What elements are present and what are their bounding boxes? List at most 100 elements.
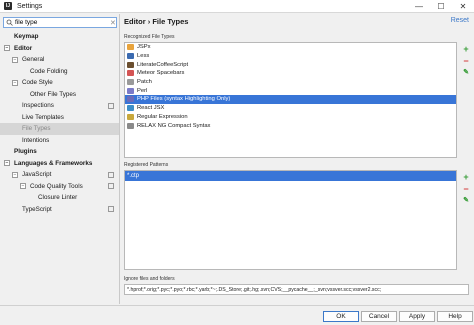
clear-search-icon[interactable]: ✕ [110, 19, 116, 27]
file-type-label: React JSX [137, 105, 165, 112]
tree-item-label: Code Quality Tools [30, 182, 83, 190]
close-button[interactable]: ✕ [452, 0, 474, 13]
file-type-item[interactable]: Less [125, 52, 456, 61]
file-types-panel: Editor › File Types Reset Recognized Fil… [121, 14, 474, 304]
file-type-item[interactable]: PHP Files (syntax Highlighting Only) [125, 95, 456, 104]
file-type-icon [127, 105, 134, 112]
tree-item[interactable]: Keymap [0, 31, 119, 43]
file-type-item[interactable]: Patch [125, 78, 456, 87]
ignore-files-field[interactable]: *.hprof;*.orig;*.pyc;*.pyo;*.rbc;*.yarb;… [124, 284, 469, 295]
file-type-icon [127, 96, 134, 103]
collapse-toggle-icon[interactable]: − [12, 56, 18, 63]
maximize-button[interactable]: ☐ [430, 0, 452, 13]
file-type-label: JSPx [137, 44, 151, 51]
ok-button[interactable]: OK [323, 311, 359, 322]
edit-file-type-button[interactable]: ✎ [461, 68, 471, 78]
tree-item[interactable]: − Languages & Frameworks [0, 158, 119, 170]
registered-patterns-list[interactable]: *.ctp [124, 170, 457, 270]
file-type-label: Meteor Spacebars [137, 70, 185, 77]
tree-item[interactable]: − Editor [0, 43, 119, 55]
window-title: Settings [17, 2, 43, 10]
file-type-icon [127, 113, 134, 120]
reset-link[interactable]: Reset [451, 17, 469, 24]
dialog-buttons: OK Cancel Apply Help [0, 305, 474, 325]
file-type-item[interactable]: LiterateCoffeeScript [125, 60, 456, 69]
tree-item[interactable]: Code Folding [0, 66, 119, 78]
pattern-item[interactable]: *.ctp [125, 171, 456, 181]
file-type-icon [127, 79, 134, 86]
file-type-item[interactable]: Regular Expression [125, 113, 456, 122]
file-type-item[interactable]: JSPx [125, 43, 456, 52]
tree-item[interactable]: − Code Quality Tools [0, 181, 119, 193]
tree-item[interactable]: Other File Types [0, 89, 119, 101]
add-file-type-button[interactable]: + [461, 44, 471, 54]
file-type-item[interactable]: RELAX NG Compact Syntax [125, 121, 456, 130]
file-type-item[interactable]: React JSX [125, 104, 456, 113]
collapse-toggle-icon[interactable]: − [12, 79, 18, 86]
tree-item-label: General [22, 56, 45, 64]
collapse-toggle-icon[interactable]: − [4, 45, 10, 52]
tree-item-label: Keymap [14, 33, 39, 41]
file-type-icon [127, 122, 134, 129]
collapse-toggle-icon[interactable]: − [4, 160, 10, 167]
edit-pattern-button[interactable]: ✎ [461, 196, 471, 206]
tree-item[interactable]: Intentions [0, 135, 119, 147]
tree-item[interactable]: − Code Style [0, 77, 119, 89]
file-type-label: Perl [137, 87, 148, 94]
tree-item-label: Intentions [22, 136, 50, 144]
file-type-icon [127, 87, 134, 94]
tree-item-label: Plugins [14, 148, 37, 156]
tree-item-label: Live Templates [22, 113, 64, 121]
file-type-label: Regular Expression [137, 113, 188, 120]
file-type-item[interactable]: Perl [125, 86, 456, 95]
tree-item[interactable]: Closure Linter [0, 192, 119, 204]
tree-item-label: TypeScript [22, 205, 52, 213]
collapse-toggle-icon[interactable]: − [20, 183, 26, 190]
search-icon [6, 19, 13, 26]
file-type-item[interactable]: Meteor Spacebars [125, 69, 456, 78]
project-scope-icon [108, 171, 114, 178]
add-pattern-button[interactable]: + [461, 172, 471, 182]
tree-item-label: Code Style [22, 79, 53, 87]
file-type-label: Patch [137, 79, 152, 86]
tree-item-label: Languages & Frameworks [14, 159, 93, 167]
file-types-toolbar: + − ✎ [461, 44, 473, 80]
tree-item-label: File Types [22, 125, 51, 133]
tree-item[interactable]: Inspections [0, 100, 119, 112]
breadcrumb: Editor › File Types [124, 17, 189, 26]
app-icon: IJ [4, 2, 12, 10]
cancel-button[interactable]: Cancel [361, 311, 397, 322]
help-button[interactable]: Help [437, 311, 473, 322]
file-type-label: RELAX NG Compact Syntax [137, 122, 211, 129]
file-type-icon [127, 53, 134, 60]
minimize-button[interactable]: — [408, 0, 430, 13]
project-scope-icon [108, 206, 114, 213]
tree-item[interactable]: − JavaScript [0, 169, 119, 181]
window-controls: — ☐ ✕ [408, 0, 474, 13]
remove-file-type-button[interactable]: − [461, 56, 471, 66]
tree-item[interactable]: File Types [0, 123, 119, 135]
apply-button[interactable]: Apply [399, 311, 435, 322]
tree-item[interactable]: − General [0, 54, 119, 66]
tree-item[interactable]: Live Templates [0, 112, 119, 124]
recognized-file-types-label: Recognized File Types [124, 34, 175, 40]
remove-pattern-button[interactable]: − [461, 184, 471, 194]
tree-item[interactable]: Plugins [0, 146, 119, 158]
file-type-label: PHP Files (syntax Highlighting Only) [137, 96, 231, 103]
settings-search[interactable]: ✕ [3, 17, 117, 28]
tree-item-label: Closure Linter [38, 194, 78, 202]
tree-item[interactable]: TypeScript [0, 204, 119, 216]
file-type-icon [127, 44, 134, 51]
settings-tree: Keymap − Editor − General Code Folding − Code S… [0, 31, 119, 215]
file-type-label: LiterateCoffeeScript [137, 61, 189, 68]
recognized-file-types-list[interactable]: JSPx Less LiterateCoffeeScript Meteor Space… [124, 42, 457, 158]
tree-item-label: JavaScript [22, 171, 52, 179]
collapse-toggle-icon[interactable]: − [12, 171, 18, 178]
file-type-icon [127, 70, 134, 77]
tree-item-label: Inspections [22, 102, 54, 110]
ignore-files-label: Ignore files and folders [124, 276, 175, 282]
tree-item-label: Code Folding [30, 67, 68, 75]
search-input[interactable] [15, 19, 110, 26]
tree-item-label: Editor [14, 44, 33, 52]
project-scope-icon [108, 183, 114, 190]
